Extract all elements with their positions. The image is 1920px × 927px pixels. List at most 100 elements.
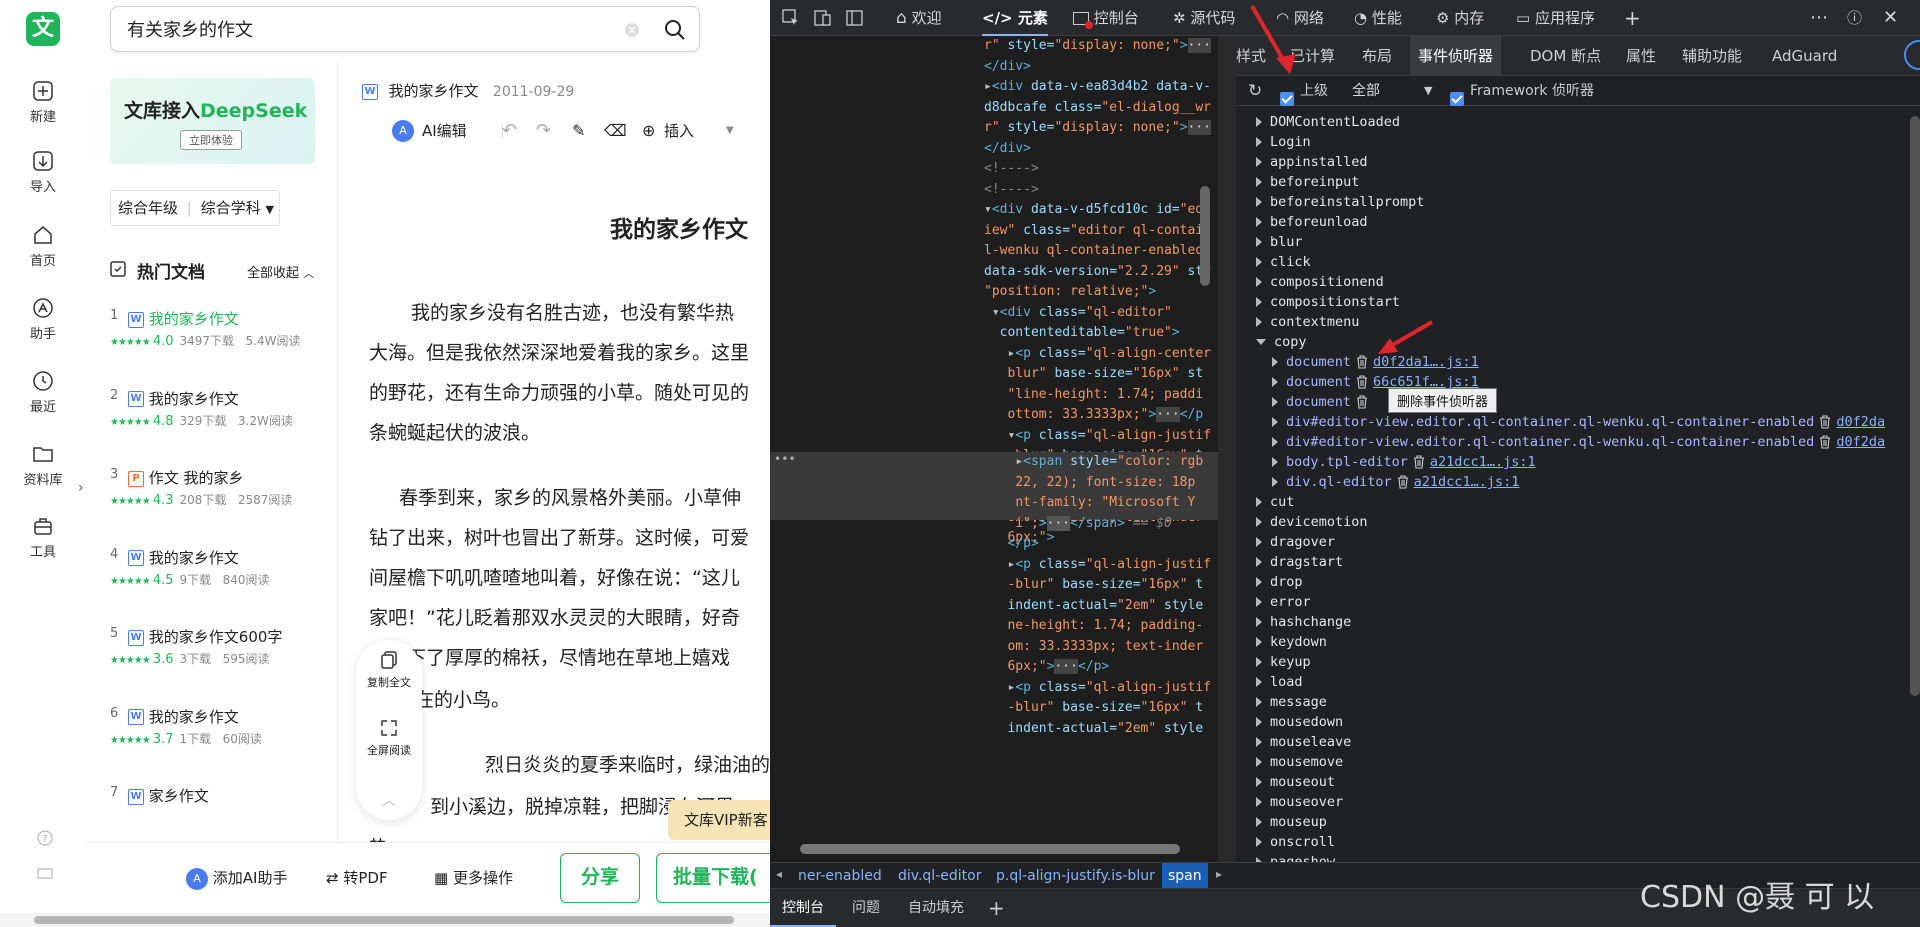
event-type-row[interactable]: appinstalled bbox=[1256, 152, 1368, 172]
search-box[interactable] bbox=[110, 6, 700, 52]
event-type-row[interactable]: mouseover bbox=[1256, 792, 1343, 812]
filter-dropdown-icon[interactable]: ▼ bbox=[1424, 76, 1432, 106]
doc-paragraph-line[interactable]: 烈日炎炎的夏季来临时，绿油油的西瓜 bbox=[455, 745, 770, 785]
event-type-row[interactable]: hashchange bbox=[1256, 612, 1351, 632]
rail-library[interactable]: 资料库 bbox=[0, 443, 86, 488]
help-icon[interactable]: ? bbox=[37, 830, 53, 846]
insert-button[interactable]: 插入 bbox=[664, 118, 694, 144]
listener-vscroll-thumb[interactable] bbox=[1910, 116, 1920, 696]
doc-paragraph-line[interactable]: 间屋檐下叽叽喳喳地叫着，好像在说：“这儿 bbox=[369, 558, 769, 598]
subtab-properties[interactable]: 属性 bbox=[1626, 36, 1656, 76]
tab-welcome[interactable]: ⌂ 欢迎 bbox=[896, 0, 942, 36]
source-link[interactable]: d0f2da bbox=[1836, 414, 1885, 430]
event-type-row[interactable]: contextmenu bbox=[1256, 312, 1359, 332]
sidebar-toggle-icon[interactable] bbox=[846, 9, 864, 27]
rail-home[interactable]: 首页 bbox=[0, 224, 86, 269]
framework-checkbox[interactable] bbox=[1450, 84, 1464, 114]
event-type-row[interactable]: copy bbox=[1256, 332, 1307, 352]
event-type-row[interactable]: Login bbox=[1256, 132, 1311, 152]
dom-line-selected[interactable]: ▸<span style="color: rgb 22, 22); font-s… bbox=[984, 452, 1211, 739]
clear-icon[interactable] bbox=[624, 22, 640, 38]
listener-row[interactable]: document bbox=[1272, 392, 1373, 412]
ancestors-checkbox[interactable] bbox=[1280, 84, 1294, 114]
add-drawer-tab-icon[interactable]: + bbox=[988, 889, 1005, 927]
trash-icon[interactable] bbox=[1396, 475, 1410, 489]
event-type-row[interactable]: error bbox=[1256, 592, 1311, 612]
scroll-up-icon[interactable]: ︿ bbox=[356, 790, 422, 810]
subtab-layout[interactable]: 布局 bbox=[1362, 36, 1392, 76]
event-type-row[interactable]: cut bbox=[1256, 492, 1294, 512]
tab-performance[interactable]: ◔ 性能 bbox=[1354, 0, 1402, 36]
eraser-icon[interactable]: ⌫ bbox=[604, 118, 627, 144]
doc-paragraph-line[interactable]: 大海。但是我依然深深地爱着我的家乡。这里 bbox=[369, 333, 769, 373]
subtab-styles[interactable]: 样式 bbox=[1236, 36, 1266, 76]
event-type-row[interactable]: click bbox=[1256, 252, 1311, 272]
subtab-computed[interactable]: 已计算 bbox=[1290, 36, 1335, 76]
event-type-row[interactable]: drop bbox=[1256, 572, 1303, 592]
doc-title[interactable]: W 我的家乡作文 bbox=[128, 308, 239, 329]
elements-tree[interactable]: r" style="display: none;">··· </div> ▸<d… bbox=[770, 36, 1218, 866]
elements-vscroll-thumb[interactable] bbox=[1200, 186, 1210, 286]
crumb-scroll-left-icon[interactable]: ◂ bbox=[776, 867, 782, 881]
ai-edit-button[interactable]: AI编辑 bbox=[422, 118, 467, 144]
event-type-row[interactable]: load bbox=[1256, 672, 1303, 692]
doc-paragraph-line[interactable]: 在的小鸟。 bbox=[415, 680, 770, 720]
expand-chevron-icon[interactable]: › bbox=[78, 480, 84, 496]
tab-application[interactable]: ▭ 应用程序 bbox=[1516, 0, 1595, 36]
event-type-row[interactable]: dragover bbox=[1256, 532, 1335, 552]
event-type-row[interactable]: mouseup bbox=[1256, 812, 1327, 832]
format-brush-icon[interactable]: ✎ bbox=[572, 118, 585, 144]
search-input[interactable] bbox=[127, 15, 607, 43]
event-type-row[interactable]: compositionend bbox=[1256, 272, 1384, 292]
batch-download-button[interactable]: 批量下载( bbox=[656, 853, 770, 903]
rail-recent[interactable]: 最近 bbox=[0, 370, 86, 415]
redo-icon[interactable]: ↷ bbox=[536, 118, 551, 144]
trash-icon[interactable] bbox=[1355, 355, 1369, 369]
listener-row[interactable]: div#editor-view.editor.ql-container.ql-w… bbox=[1272, 432, 1885, 452]
subtab-dom-breakpoints[interactable]: DOM 断点 bbox=[1530, 36, 1601, 76]
subtab-event-listeners[interactable]: 事件侦听器 bbox=[1410, 36, 1502, 76]
event-type-row[interactable]: beforeinstallprompt bbox=[1256, 192, 1424, 212]
event-type-row[interactable]: mousedown bbox=[1256, 712, 1343, 732]
doc-paragraph-line[interactable]: 条蜿蜒起伏的波浪。 bbox=[369, 413, 769, 453]
page-hscrollbar[interactable] bbox=[0, 913, 770, 927]
add-tab-icon[interactable]: + bbox=[1624, 0, 1641, 36]
doc-title[interactable]: W 我的家乡作文 bbox=[128, 547, 239, 568]
filter-all[interactable]: 全部 bbox=[1352, 76, 1380, 106]
trash-icon[interactable] bbox=[1818, 415, 1832, 429]
elements-hscroll-thumb[interactable] bbox=[800, 844, 1180, 854]
source-link[interactable]: d0f2da bbox=[1836, 434, 1885, 450]
tab-memory[interactable]: ⚙ 内存 bbox=[1436, 0, 1484, 36]
event-type-row[interactable]: beforeinput bbox=[1256, 172, 1359, 192]
rail-assistant[interactable]: 助手 bbox=[0, 297, 86, 342]
crumb-item-active[interactable]: span bbox=[1162, 863, 1208, 889]
doc-paragraph-line[interactable]: 我的家乡没有名胜古迹，也没有繁华热 bbox=[369, 293, 769, 333]
app-logo[interactable]: 文 bbox=[26, 12, 60, 46]
to-pdf-button[interactable]: ⇄ 转PDF bbox=[326, 867, 388, 888]
promo-button[interactable]: 立即体验 bbox=[180, 130, 242, 150]
search-icon[interactable] bbox=[664, 19, 686, 41]
doc-paragraph-line[interactable]: 的野花，还有生命力顽强的小草。随处可见的 bbox=[369, 373, 769, 413]
device-toggle-icon[interactable] bbox=[814, 9, 832, 27]
event-type-row[interactable]: compositionstart bbox=[1256, 292, 1400, 312]
copy-all-button[interactable]: 复制全文 bbox=[356, 650, 422, 690]
collapse-all-button[interactable]: 全部收起 ︿ bbox=[247, 262, 314, 281]
event-type-row[interactable]: keydown bbox=[1256, 632, 1327, 652]
tab-elements[interactable]: </> 元素 bbox=[982, 0, 1048, 36]
deepseek-promo[interactable]: 文库接入DeepSeek 立即体验 bbox=[110, 78, 315, 164]
doc-paragraph-line[interactable]: 钻了出来，树叶也冒出了新芽。这时候，可爱 bbox=[369, 518, 769, 558]
fullscreen-button[interactable]: 全屏阅读 bbox=[356, 718, 422, 758]
doc-title[interactable]: W 我的家乡作文 bbox=[128, 388, 239, 409]
doc-title[interactable]: W 我的家乡作文600字 bbox=[128, 626, 282, 647]
drawer-tab-issues[interactable]: 问题 bbox=[852, 889, 880, 927]
more-menu-icon[interactable]: ⋯ bbox=[1810, 0, 1828, 36]
event-type-row[interactable]: blur bbox=[1256, 232, 1303, 252]
doc-paragraph-line[interactable]: 子脱下了厚厚的棉袄，尽情地在草地上嬉戏 bbox=[369, 638, 769, 678]
pane-splitter[interactable] bbox=[1218, 36, 1236, 866]
tab-sources[interactable]: ✲ 源代码 bbox=[1173, 0, 1235, 36]
listener-row[interactable]: div#editor-view.editor.ql-container.ql-w… bbox=[1272, 412, 1885, 432]
refresh-icon[interactable]: ↻ bbox=[1248, 76, 1262, 106]
subtab-adguard[interactable]: AdGuard bbox=[1772, 36, 1837, 76]
grade-filter[interactable]: 综合年级 | 综合学科 ▼ bbox=[110, 190, 280, 226]
close-icon[interactable]: ✕ bbox=[1883, 0, 1898, 36]
